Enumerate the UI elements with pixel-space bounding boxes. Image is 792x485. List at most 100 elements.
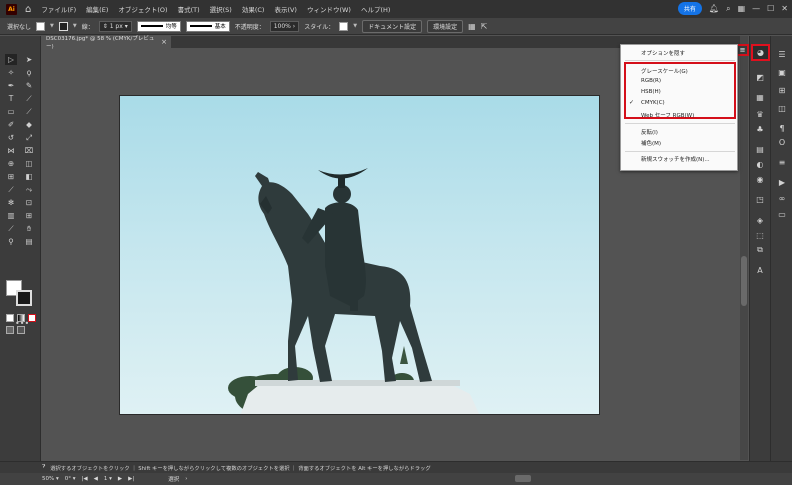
close-icon[interactable]: ✕ <box>781 4 788 13</box>
chevron-down-icon[interactable]: ▼ <box>353 23 357 29</box>
export-icon[interactable]: ⇱ <box>481 22 488 31</box>
variable-width-profile[interactable]: 均等 <box>136 20 181 32</box>
graphic-style-swatch[interactable] <box>339 21 349 31</box>
workspace-switcher-icon[interactable]: ▦ <box>738 4 746 13</box>
zoom-field[interactable]: 50% ▾ <box>42 476 59 482</box>
menu-type[interactable]: 書式(T) <box>178 4 200 14</box>
perspective-grid-tool-icon[interactable]: ⊞ <box>5 171 17 182</box>
shaper-tool-icon[interactable]: ✐ <box>5 119 17 130</box>
web-safe-rgb-item[interactable]: Web セーフ RGB(W) <box>641 111 694 119</box>
magic-wand-tool-icon[interactable]: ✧ <box>5 67 17 78</box>
artboard-tool-icon[interactable]: ⊞ <box>23 210 35 221</box>
rgb-item[interactable]: RGB(R) <box>641 78 661 84</box>
next-artboard-icon[interactable]: ▶ <box>118 476 122 482</box>
print-tiling-tool-icon[interactable]: ▤ <box>23 236 35 247</box>
preferences-button[interactable]: 環境設定 <box>427 19 464 33</box>
zoom-tool-icon[interactable]: ⚲ <box>5 236 17 247</box>
image-trace-icon[interactable]: ▭ <box>775 208 789 220</box>
color-panel-icon[interactable]: ◕ <box>751 44 770 61</box>
live-paint-tool-icon[interactable]: ◫ <box>23 158 35 169</box>
menu-icon[interactable]: ≡ <box>775 156 789 168</box>
minimize-icon[interactable]: — <box>752 4 760 13</box>
swatches-icon[interactable]: ▦ <box>753 91 767 103</box>
opentype-icon[interactable]: O <box>775 136 789 148</box>
hide-options-item[interactable]: オプションを隠す <box>641 49 685 57</box>
bell-icon[interactable]: 🔔︎ <box>709 4 719 13</box>
direct-selection-tool-icon[interactable]: ➤ <box>23 54 35 65</box>
paragraph-icon[interactable]: ¶ <box>775 122 789 134</box>
brush-definition[interactable]: 基本 <box>185 20 230 32</box>
horizontal-scroll-thumb[interactable] <box>515 475 531 482</box>
stroke-swatch[interactable] <box>58 21 68 31</box>
pen-tool-icon[interactable]: ✒ <box>5 80 17 91</box>
artboards-icon[interactable]: ⧉ <box>753 244 767 256</box>
character-icon[interactable]: A <box>753 264 767 276</box>
menu-object[interactable]: オブジェクト(O) <box>118 4 167 14</box>
menu-file[interactable]: ファイル(F) <box>41 4 76 14</box>
home-icon[interactable]: ⌂ <box>25 4 31 15</box>
symbol-sprayer-tool-icon[interactable]: ✻ <box>5 197 17 208</box>
menu-select[interactable]: 選択(S) <box>210 4 232 14</box>
chevron-down-icon[interactable]: ▼ <box>50 23 54 29</box>
line-tool-icon[interactable]: ⟋ <box>23 93 35 104</box>
document-tab[interactable]: DSC03176.jpg* @ 58 % (CMYK/プレビュー) × <box>41 36 171 50</box>
curvature-tool-icon[interactable]: ✎ <box>23 80 35 91</box>
eyedropper-tool-icon[interactable]: ⟋ <box>5 184 17 195</box>
asset-export-icon[interactable]: ⬚ <box>753 229 767 241</box>
color-guide-icon[interactable]: ◩ <box>753 71 767 83</box>
edit-toolbar-icon[interactable]: ••• <box>15 319 29 328</box>
arrange-documents-icon[interactable]: ▦ <box>468 22 476 31</box>
cmyk-item[interactable]: CMYK(C) <box>641 100 665 106</box>
shape-builder-tool-icon[interactable]: ⊕ <box>5 158 17 169</box>
selection-tool-icon[interactable]: ▷ <box>5 54 17 65</box>
scroll-thumb[interactable] <box>741 256 747 306</box>
scale-tool-icon[interactable]: ⤢ <box>23 132 35 143</box>
appearance-icon[interactable]: ◳ <box>753 193 767 205</box>
menu-effect[interactable]: 効果(C) <box>242 4 265 14</box>
draw-normal-icon[interactable] <box>6 326 14 334</box>
share-button[interactable]: 共有 <box>677 2 702 15</box>
fill-swatch[interactable] <box>36 21 46 31</box>
first-artboard-icon[interactable]: |◀ <box>82 476 88 482</box>
paintbrush-tool-icon[interactable]: ⟋ <box>23 106 35 117</box>
vertical-scrollbar[interactable] <box>740 36 748 460</box>
new-swatch-item[interactable]: 新規スウォッチを作成(N)... <box>641 155 710 163</box>
close-icon[interactable]: × <box>161 38 167 46</box>
menu-help[interactable]: ヘルプ(H) <box>361 4 390 14</box>
libraries-icon[interactable]: ▣ <box>775 66 789 78</box>
rotation-field[interactable]: 0° ▾ <box>65 476 76 482</box>
transparency-icon[interactable]: ◉ <box>753 173 767 185</box>
maximize-icon[interactable]: ☐ <box>767 4 774 13</box>
pathfinder-icon[interactable]: ◫ <box>775 102 789 114</box>
menu-edit[interactable]: 編集(E) <box>86 4 108 14</box>
rotate-tool-icon[interactable]: ↺ <box>5 132 17 143</box>
gradient-panel-icon[interactable]: ◐ <box>753 158 767 170</box>
search-icon[interactable]: ⌕ <box>726 4 730 14</box>
invert-item[interactable]: 反転(I) <box>641 128 658 136</box>
column-graph-tool-icon[interactable]: ⊡ <box>23 197 35 208</box>
eraser-tool-icon[interactable]: ◆ <box>23 119 35 130</box>
artboard-field[interactable]: 1 ▾ <box>104 476 112 482</box>
menu-window[interactable]: ウィンドウ(W) <box>307 4 351 14</box>
layers-icon[interactable]: ◈ <box>753 214 767 226</box>
symbols-icon[interactable]: ♣ <box>753 123 767 135</box>
blend-tool-icon[interactable]: ⤳ <box>23 184 35 195</box>
rectangle-tool-icon[interactable]: ▭ <box>5 106 17 117</box>
lasso-tool-icon[interactable]: ϙ <box>23 67 35 78</box>
align-icon[interactable]: ⊞ <box>775 84 789 96</box>
slice-tool-icon[interactable]: ⟋ <box>5 223 17 234</box>
stroke-weight-field[interactable]: ⇕ 1 px ▾ <box>98 20 132 32</box>
document-setup-button[interactable]: ドキュメント設定 <box>362 19 423 33</box>
menu-view[interactable]: 表示(V) <box>274 4 297 14</box>
previous-artboard-icon[interactable]: ◀ <box>94 476 98 482</box>
last-artboard-icon[interactable]: ▶| <box>128 476 134 482</box>
free-transform-tool-icon[interactable]: ⌧ <box>23 145 35 156</box>
color-button[interactable] <box>6 314 14 322</box>
artwork-image[interactable] <box>119 95 600 415</box>
grayscale-item[interactable]: グレースケール(G) <box>641 67 688 75</box>
none-button[interactable] <box>28 314 36 322</box>
links-icon[interactable]: ∞ <box>775 192 789 204</box>
tool-mode-field[interactable]: 選択 <box>168 475 179 483</box>
opacity-label[interactable]: 不透明度： <box>235 22 265 31</box>
type-tool-icon[interactable]: T <box>5 93 17 104</box>
